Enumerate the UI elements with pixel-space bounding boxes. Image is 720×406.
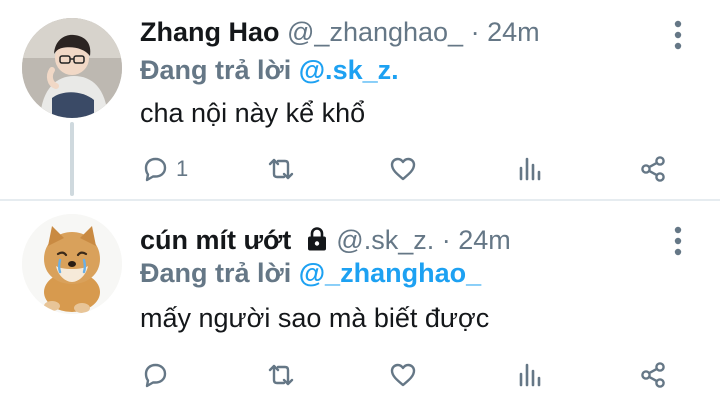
tweet-text: mấy người sao mà biết được	[140, 303, 490, 333]
tweet-header: Zhang Hao @_zhanghao_ · 24m	[140, 19, 540, 46]
avatar[interactable]	[22, 214, 122, 314]
avatar[interactable]	[22, 18, 122, 118]
more-options-icon[interactable]	[666, 224, 690, 258]
separator-dot: ·	[470, 17, 480, 47]
share-button[interactable]	[638, 355, 668, 395]
replying-to-mention[interactable]: @.sk_z.	[299, 55, 399, 85]
analytics-icon	[519, 363, 541, 387]
reply-count: 1	[176, 156, 189, 181]
analytics-icon	[519, 157, 541, 181]
separator-dot: ·	[441, 225, 451, 255]
replying-to: Đang trả lời @_zhanghao_	[140, 260, 481, 287]
display-name[interactable]: Zhang Hao	[140, 17, 280, 47]
timestamp[interactable]: 24m	[487, 17, 540, 47]
shiba-dog-avatar	[22, 214, 122, 314]
like-button[interactable]	[388, 355, 418, 395]
replying-prefix: Đang trả lời	[140, 55, 292, 85]
tweet-text: cha nội này kể khổ	[140, 98, 366, 128]
analytics-button[interactable]	[514, 355, 544, 395]
heart-icon	[390, 363, 416, 387]
share-icon	[641, 362, 665, 388]
heart-icon	[390, 157, 416, 181]
retweet-icon	[268, 158, 294, 180]
tweet-header: cún mít ướt @.sk_z. · 24m	[140, 226, 511, 254]
thread-connector-line	[70, 122, 74, 196]
retweet-button[interactable]	[266, 355, 296, 395]
replying-prefix: Đang trả lời	[140, 258, 292, 288]
user-handle[interactable]: @.sk_z.	[336, 225, 434, 255]
retweet-button[interactable]	[266, 149, 296, 189]
like-button[interactable]	[388, 149, 418, 189]
reply-icon	[144, 363, 167, 388]
tweet-1[interactable]: Zhang Hao @_zhanghao_ · 24m Đang trả lời…	[0, 0, 720, 200]
share-icon	[641, 156, 665, 182]
tweet-actions	[140, 355, 680, 395]
replying-to: Đang trả lời @.sk_z.	[140, 57, 399, 84]
share-button[interactable]	[638, 149, 668, 189]
tweet-2[interactable]: cún mít ướt @.sk_z. · 24m Đang trả lời @…	[0, 200, 720, 406]
analytics-button[interactable]	[514, 149, 544, 189]
lock-icon	[307, 227, 326, 251]
display-name[interactable]: cún mít ướt	[140, 225, 291, 255]
retweet-icon	[268, 364, 294, 386]
more-options-icon[interactable]	[666, 18, 690, 52]
reply-button[interactable]: 1	[140, 149, 188, 189]
boy-with-glasses-avatar	[22, 18, 122, 118]
reply-icon	[144, 157, 167, 182]
replying-to-mention[interactable]: @_zhanghao_	[299, 258, 481, 288]
tweet-actions: 1	[140, 149, 680, 189]
reply-button[interactable]	[140, 355, 176, 395]
user-handle[interactable]: @_zhanghao_	[287, 17, 463, 47]
timestamp[interactable]: 24m	[458, 225, 511, 255]
